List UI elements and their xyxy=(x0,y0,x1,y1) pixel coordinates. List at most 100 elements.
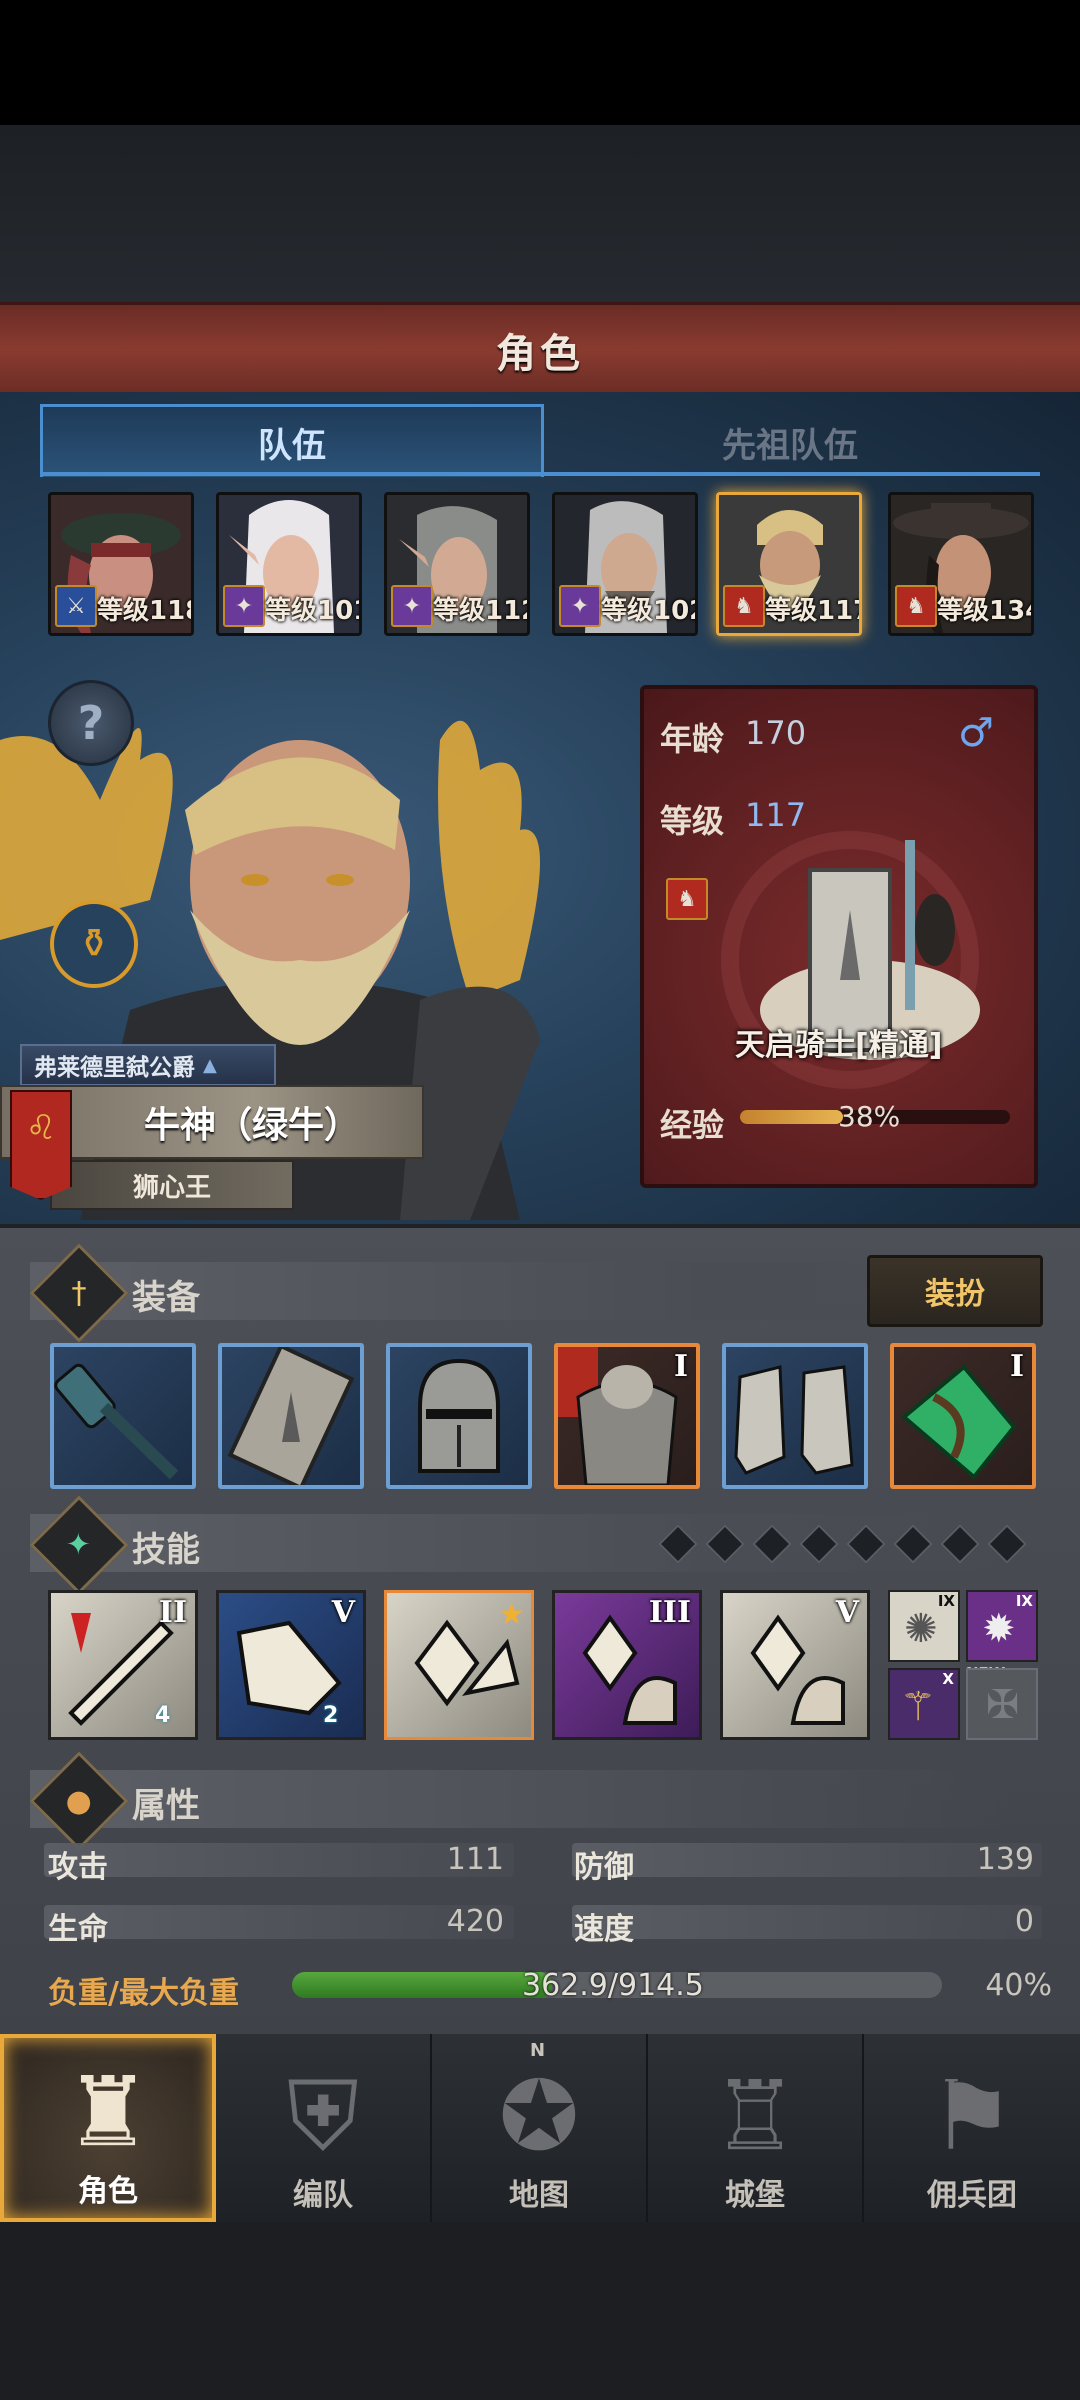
equip-tier: I xyxy=(673,1349,688,1384)
nav-map-label: 地图 xyxy=(509,2178,569,2213)
shield-icon xyxy=(227,1347,355,1485)
roster-slot-3[interactable]: ✦ 等级112 xyxy=(384,492,530,636)
exp-bar-fill xyxy=(740,1110,843,1124)
speed-value: 0 xyxy=(1014,1904,1034,1939)
skill-tier: IX xyxy=(937,1592,955,1610)
class-staff-icon: ✦ xyxy=(559,585,601,627)
weight-percent: 40% xyxy=(985,1968,1052,2003)
compass-icon: ✪ xyxy=(498,2060,580,2172)
equip-slot-gem[interactable]: I xyxy=(890,1343,1036,1489)
roster-slot-2[interactable]: ✦ 等级101 xyxy=(216,492,362,636)
tab-ancestors[interactable]: 先祖队伍 xyxy=(540,410,1040,474)
roster-slot-1[interactable]: ⚔ 等级118 xyxy=(48,492,194,636)
tab-ancestors-label: 先祖队伍 xyxy=(722,425,858,466)
skill-tier: III xyxy=(648,1595,691,1630)
skill-slot-4[interactable]: III xyxy=(552,1590,702,1740)
defense-label: 防御 xyxy=(574,1850,634,1885)
equipment-title: 装备 xyxy=(132,1278,200,1318)
skill-badge: 2 xyxy=(323,1703,339,1728)
tab-underline xyxy=(40,472,1040,476)
roster-slot-6[interactable]: ♞ 等级134 xyxy=(888,492,1034,636)
staff-icon: ⚚ xyxy=(900,1684,936,1730)
roster-level: 等级101 xyxy=(265,596,362,626)
castle-icon: ♖ xyxy=(711,2060,799,2172)
noble-title: 弗莱德里弑公爵 xyxy=(34,1055,195,1081)
class-horse-icon: ♞ xyxy=(723,585,765,627)
roster-level: 等级134 xyxy=(937,596,1034,626)
roster-level: 等级102 xyxy=(601,596,698,626)
weight-label: 负重/最大负重 xyxy=(48,1976,239,2011)
nav-castle-label: 城堡 xyxy=(725,2178,785,2213)
skill-slot-5[interactable]: V xyxy=(720,1590,870,1740)
gesture-area xyxy=(0,2222,1080,2400)
tab-team[interactable]: 队伍 xyxy=(40,404,544,477)
nav-character[interactable]: ♜ 角色 xyxy=(0,2034,216,2222)
attack-label: 攻击 xyxy=(48,1850,108,1885)
exp-label: 经验 xyxy=(660,1106,725,1144)
hero-name: 牛神（绿牛） xyxy=(143,1105,360,1146)
level-value: 117 xyxy=(745,796,807,834)
guild-name: 狮心王 xyxy=(132,1172,211,1203)
speed-label: 速度 xyxy=(574,1912,634,1947)
skill-tier: II xyxy=(158,1595,187,1630)
equip-tier: I xyxy=(1009,1349,1024,1384)
helmet-icon: ⛨ xyxy=(287,2060,359,2172)
nav-formation[interactable]: ⛨ 编队 xyxy=(216,2034,432,2222)
skill-tier: V xyxy=(835,1595,859,1630)
passive-skill-3[interactable]: ⚚ X xyxy=(888,1668,960,1740)
burst-icon: ✺ xyxy=(904,1606,938,1652)
passive-skill-2[interactable]: ✹ IX xyxy=(966,1590,1038,1662)
lion-banner-icon: ♌ xyxy=(10,1090,72,1200)
empty-skill-slot[interactable]: ✠ xyxy=(966,1668,1038,1740)
skill-slot-3[interactable]: ★ xyxy=(384,1590,534,1740)
roster-slot-5-selected[interactable]: ♞ 等级117 xyxy=(716,492,862,636)
guild-plate: 狮心王 xyxy=(50,1160,294,1210)
header-background xyxy=(0,125,1080,305)
title-banner: 角色 xyxy=(0,302,1080,398)
male-icon: ♂ xyxy=(958,710,994,756)
noble-title-tag: 弗莱德里弑公爵 ▲ xyxy=(20,1044,276,1086)
tab-team-label: 队伍 xyxy=(258,425,326,466)
weight-bar-fill xyxy=(292,1972,552,1998)
defense-value: 139 xyxy=(976,1842,1034,1877)
skills-title: 技能 xyxy=(132,1530,200,1570)
boots-icon xyxy=(734,1365,854,1475)
skill-badge: 4 xyxy=(155,1703,171,1728)
equip-slot-weapon[interactable] xyxy=(50,1343,196,1489)
chevron-up-icon: ▲ xyxy=(203,1054,217,1076)
mace-icon xyxy=(54,1363,179,1480)
hp-label: 生命 xyxy=(48,1912,108,1947)
equip-slot-armor[interactable]: I xyxy=(554,1343,700,1489)
equip-slot-boots[interactable] xyxy=(722,1343,868,1489)
hp-value: 420 xyxy=(446,1904,504,1939)
class-horse-icon: ♞ xyxy=(666,878,708,920)
attack-value: 111 xyxy=(446,1842,504,1877)
passive-skill-1[interactable]: ✺ IX xyxy=(888,1590,960,1662)
skill-slot-1[interactable]: II 4 xyxy=(48,1590,198,1740)
equip-slot-shield[interactable] xyxy=(218,1343,364,1489)
equip-slot-helmet[interactable] xyxy=(386,1343,532,1489)
level-label: 等级 xyxy=(660,802,725,840)
star-badge-icon: ★ xyxy=(498,1597,525,1632)
dress-up-button[interactable]: 装扮 xyxy=(867,1255,1043,1327)
nav-mercenary[interactable]: ⚑ 佣兵团 xyxy=(864,2034,1080,2222)
nav-map[interactable]: N ✪ 地图 xyxy=(432,2034,648,2222)
weight-value: 362.9/914.5 xyxy=(522,1968,704,2003)
class-horse-icon: ♞ xyxy=(895,585,937,627)
roster-level: 等级112 xyxy=(433,596,530,626)
class-staff-icon: ✦ xyxy=(223,585,265,627)
age-value: 170 xyxy=(745,714,807,752)
class-staff-icon: ✦ xyxy=(391,585,433,627)
help-button[interactable]: ? xyxy=(48,680,134,766)
roster-level: 等级117 xyxy=(765,596,862,626)
nav-castle[interactable]: ♖ 城堡 xyxy=(648,2034,864,2222)
knight-icon: ♜ xyxy=(64,2056,152,2168)
skill-slot-2[interactable]: V 2 xyxy=(216,1590,366,1740)
skill-tier: IX xyxy=(1015,1592,1033,1610)
roster-slot-4[interactable]: ✦ 等级102 xyxy=(552,492,698,636)
nav-mercenary-label: 佣兵团 xyxy=(927,2178,1017,2213)
potion-icon[interactable]: ⚱ xyxy=(50,900,138,988)
nav-formation-label: 编队 xyxy=(293,2178,353,2213)
roster-level: 等级118 xyxy=(97,596,194,626)
dress-up-label: 装扮 xyxy=(925,1277,985,1312)
